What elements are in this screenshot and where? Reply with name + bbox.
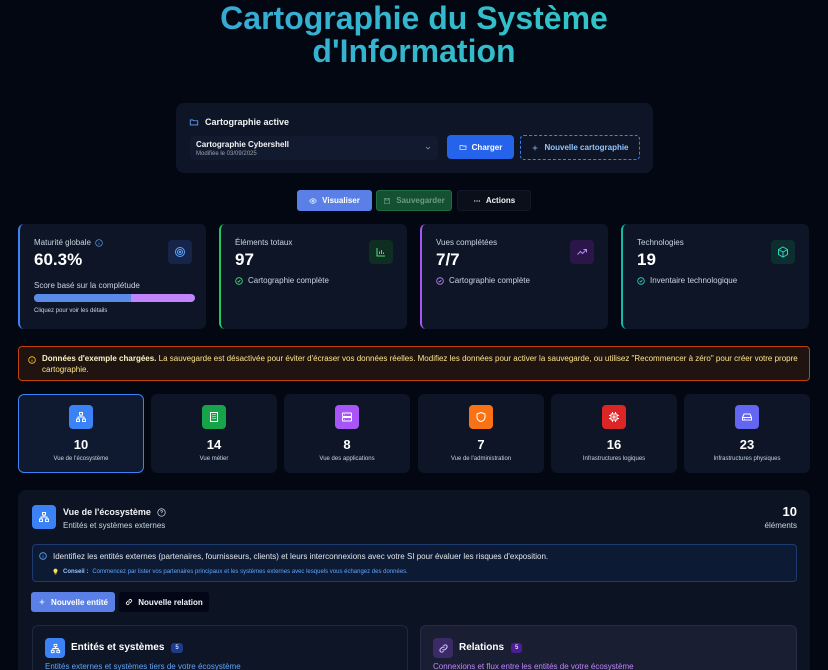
hard-drive-icon: [735, 405, 759, 429]
server-icon: [335, 405, 359, 429]
stat-card-elements: Éléments totaux 97 Cartographie complète: [219, 224, 407, 329]
stat-value: 60.3%: [34, 250, 83, 269]
network-icon: [32, 505, 56, 529]
chip-icon: [602, 405, 626, 429]
maturity-progress-bar: [34, 294, 195, 302]
view-count: 7: [477, 437, 485, 452]
stat-value: 19: [637, 250, 656, 269]
check-circle-icon: [436, 276, 444, 285]
relations-panel: Relations 5 Connexions et flux entre les…: [420, 625, 797, 670]
sample-data-warning: Données d'exemple chargées. La sauvegard…: [18, 346, 810, 381]
network-icon: [69, 405, 93, 429]
eye-icon: [309, 197, 317, 204]
trending-up-icon: [570, 240, 594, 264]
stat-card-maturity[interactable]: Maturité globale 60.3% Score basé sur la…: [18, 224, 206, 329]
save-button[interactable]: Sauvegarder: [376, 190, 452, 211]
stat-card-technologies: Technologies 19 Inventaire technologique: [621, 224, 809, 329]
section-info-box: Identifiez les entités externes (partena…: [32, 544, 797, 582]
section-count: 10: [782, 504, 797, 519]
check-circle-icon: [235, 276, 243, 285]
view-card-ecosystem[interactable]: 10 Vue de l'écosystème: [18, 394, 144, 473]
entities-panel-subtitle: Entités externes et systèmes tiers de vo…: [45, 662, 241, 670]
count-badge: 5: [511, 642, 523, 653]
stat-value: 97: [235, 250, 254, 269]
view-label: Vue des applications: [319, 456, 375, 462]
info-icon: [95, 238, 103, 247]
view-card-applications[interactable]: 8 Vue des applications: [284, 394, 410, 473]
info-icon: [28, 356, 36, 364]
view-count: 23: [739, 437, 755, 452]
view-card-physical-infra[interactable]: 23 Infrastructures physiques: [684, 394, 810, 473]
new-relation-button[interactable]: Nouvelle relation: [119, 592, 209, 612]
visualize-button[interactable]: Visualiser: [297, 190, 372, 211]
active-cartography-heading: Cartographie active: [189, 117, 289, 127]
plus-icon: [39, 599, 45, 605]
stat-description: Score basé sur la complétude: [34, 281, 140, 290]
view-label: Infrastructures physiques: [713, 456, 781, 462]
link-icon: [433, 638, 453, 658]
help-circle-icon[interactable]: [157, 507, 166, 517]
view-card-business[interactable]: 14 Vue métier: [151, 394, 277, 473]
selected-cartography-name: Cartographie Cybershell: [196, 140, 289, 149]
link-icon: [126, 598, 133, 606]
selected-cartography-date: Modifiée le 03/09/2025: [196, 151, 257, 157]
more-horizontal-icon: [473, 199, 480, 202]
view-label: Vue métier: [199, 456, 229, 462]
check-circle-icon: [637, 276, 645, 285]
view-count: 10: [73, 437, 89, 452]
cartography-select[interactable]: Cartographie Cybershell Modifiée le 03/0…: [190, 136, 438, 160]
section-title: Vue de l'écosystème: [63, 507, 166, 517]
actions-menu-button[interactable]: Actions: [457, 190, 531, 211]
view-label: Vue de l'écosystème: [53, 456, 109, 462]
target-icon: [168, 240, 192, 264]
count-badge: 5: [171, 642, 183, 653]
lightbulb-icon: [53, 568, 58, 575]
folder-icon: [189, 119, 199, 126]
stat-hint: Cliquez pour voir les détails: [34, 308, 108, 314]
section-count-label: éléments: [764, 521, 797, 530]
view-card-administration[interactable]: 7 Vue de l'administration: [418, 394, 544, 473]
view-card-logical-infra[interactable]: 16 Infrastructures logiques: [551, 394, 677, 473]
chevron-down-icon: [425, 146, 431, 150]
new-entity-button[interactable]: Nouvelle entité: [31, 592, 115, 612]
tip: Conseil : Commencez par lister vos parte…: [52, 568, 408, 575]
save-icon: [384, 197, 391, 204]
view-count: 14: [206, 437, 222, 452]
view-count: 16: [606, 437, 622, 452]
load-button[interactable]: Charger: [447, 135, 514, 159]
folder-open-icon: [459, 145, 466, 150]
page-title: Cartographie du Système d'Information: [0, 2, 828, 68]
view-label: Vue de l'administration: [450, 456, 512, 462]
active-cartography-card: Cartographie active Cartographie Cybersh…: [176, 103, 653, 173]
relations-panel-title: Relations: [459, 642, 505, 653]
section-subtitle: Entités et systèmes externes: [63, 521, 166, 530]
bar-chart-icon: [369, 240, 393, 264]
entities-panel-title: Entités et systèmes: [71, 642, 165, 653]
maturity-progress-fill: [34, 294, 132, 302]
view-count: 8: [343, 437, 351, 452]
relations-panel-subtitle: Connexions et flux entre les entités de …: [433, 662, 634, 670]
network-icon: [45, 638, 65, 658]
stat-card-views: Vues complétées 7/7 Cartographie complèt…: [420, 224, 608, 329]
info-icon: [39, 552, 47, 560]
new-cartography-button[interactable]: Nouvelle cartographie: [520, 135, 640, 160]
cube-icon: [771, 240, 795, 264]
entities-panel: Entités et systèmes 5 Entités externes e…: [32, 625, 408, 670]
view-label: Infrastructures logiques: [582, 456, 646, 462]
plus-icon: [533, 145, 538, 150]
shield-icon: [469, 405, 493, 429]
stat-value: 7/7: [436, 250, 460, 269]
ecosystem-section: Vue de l'écosystème Entités et systèmes …: [18, 490, 810, 670]
building-icon: [202, 405, 226, 429]
